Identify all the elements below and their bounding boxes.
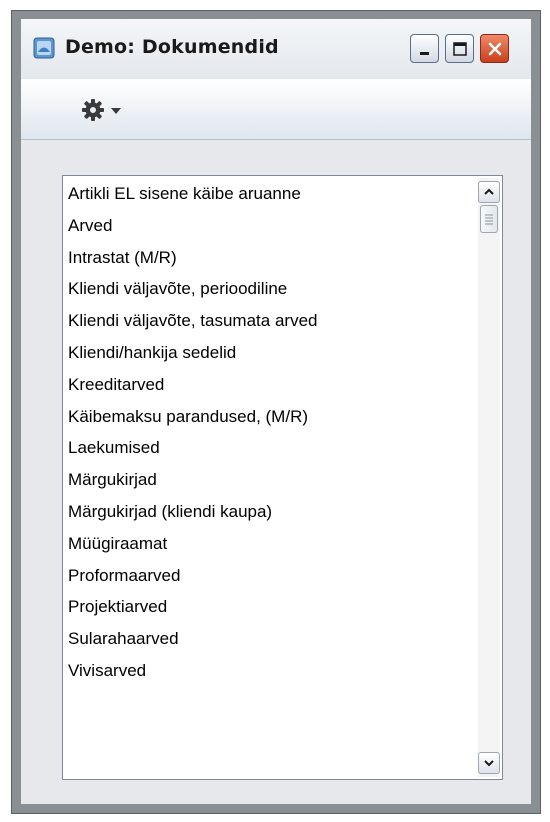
close-icon: [488, 42, 501, 55]
minimize-icon: [419, 51, 429, 55]
gear-icon: [82, 99, 104, 121]
document-list-item[interactable]: Sularahaarved: [65, 623, 476, 655]
title-bar[interactable]: Demo: Dokumendid: [21, 19, 531, 79]
close-button[interactable]: [480, 34, 509, 63]
chevron-up-icon: [484, 188, 494, 195]
window-app-icon: [33, 37, 55, 59]
document-list-item[interactable]: Märgukirjad: [65, 464, 476, 496]
document-list-item[interactable]: Projektiarved: [65, 591, 476, 623]
document-list-item[interactable]: Müügiraamat: [65, 528, 476, 560]
document-list-items: Artikli EL sisene käibe aruanne Arved Intr…: [65, 178, 476, 777]
document-list-item[interactable]: Märgukirjad (kliendi kaupa): [65, 496, 476, 528]
minimize-button[interactable]: [410, 34, 439, 63]
app-window: Demo: Dokumendid Artikli EL sisene käibe…: [11, 10, 541, 814]
document-list-item[interactable]: Kliendi/hankija sedelid: [65, 337, 476, 369]
document-list-item[interactable]: Intrastat (M/R): [65, 242, 476, 274]
chevron-down-icon: [111, 108, 121, 114]
document-list[interactable]: Artikli EL sisene käibe aruanne Arved Intr…: [62, 175, 503, 780]
scrollbar-thumb[interactable]: [480, 205, 498, 233]
action-menu-button[interactable]: [80, 95, 140, 125]
content-area: Artikli EL sisene käibe aruanne Arved Intr…: [21, 140, 531, 804]
maximize-button[interactable]: [445, 34, 474, 63]
grip-icon: [485, 214, 493, 225]
document-list-item[interactable]: Kliendi väljavõte, perioodiline: [65, 273, 476, 305]
chevron-down-icon: [484, 760, 494, 767]
scroll-down-button[interactable]: [478, 752, 500, 774]
document-list-item[interactable]: Laekumised: [65, 432, 476, 464]
document-list-item[interactable]: Vivisarved: [65, 655, 476, 687]
document-list-item[interactable]: Proformaarved: [65, 560, 476, 592]
document-list-item[interactable]: Artikli EL sisene käibe aruanne: [65, 178, 476, 210]
vertical-scrollbar[interactable]: [478, 178, 500, 777]
document-list-item[interactable]: Arved: [65, 210, 476, 242]
document-list-item[interactable]: Kreeditarved: [65, 369, 476, 401]
window-title: Demo: Dokumendid: [65, 36, 279, 58]
maximize-icon: [452, 41, 467, 56]
toolbar: [21, 79, 531, 140]
document-list-item[interactable]: Kliendi väljavõte, tasumata arved: [65, 305, 476, 337]
document-list-item[interactable]: Käibemaksu parandused, (M/R): [65, 401, 476, 433]
scroll-up-button[interactable]: [478, 181, 500, 203]
